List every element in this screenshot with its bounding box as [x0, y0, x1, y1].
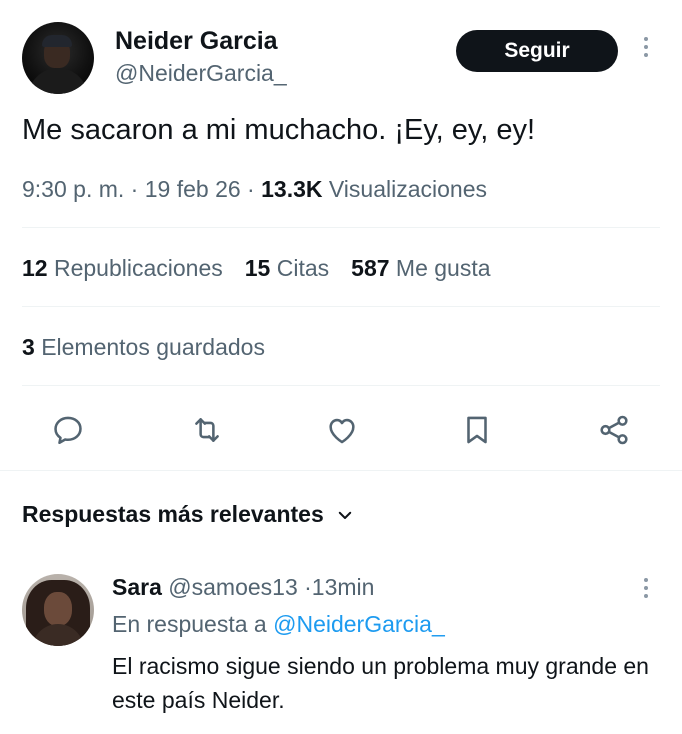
chevron-down-icon	[338, 511, 351, 519]
tweet-text: Me sacaron a mi muchacho. ¡Ey, ey, ey!	[22, 114, 536, 146]
more-options-icon[interactable]	[640, 578, 652, 604]
meta-separator: ·	[247, 176, 255, 202]
author-avatar[interactable]	[22, 22, 94, 94]
quotes-label: Citas	[276, 255, 330, 281]
author-name[interactable]: Neider Garcia	[115, 27, 278, 56]
more-options-icon[interactable]	[640, 37, 652, 63]
reply-to-handle[interactable]: @NeiderGarcia_	[273, 611, 445, 637]
avatar-face	[44, 592, 72, 626]
follow-button[interactable]: Seguir	[456, 30, 618, 72]
meta-separator: ·	[304, 574, 312, 600]
views-label: Visualizaciones	[328, 176, 487, 202]
reply-author-name[interactable]: Sara	[112, 574, 162, 600]
repost-icon[interactable]	[185, 405, 229, 455]
bookmarks-count: 3	[22, 334, 35, 360]
likes-count: 587	[351, 255, 390, 281]
reply-context: En respuesta a @NeiderGarcia_	[112, 611, 445, 638]
action-bar	[0, 405, 682, 455]
divider	[0, 470, 682, 471]
reply-text: El racismo sigue siendo un problema muy …	[112, 653, 649, 713]
reply-icon[interactable]	[46, 405, 90, 455]
tweet-date[interactable]: 19 feb 26	[145, 176, 241, 202]
divider	[22, 306, 660, 307]
likes-stat[interactable]: 587 Me gusta	[351, 255, 490, 281]
reply-time[interactable]: 13min	[312, 574, 375, 600]
like-icon[interactable]	[320, 405, 364, 455]
quotes-stat[interactable]: 15 Citas	[245, 255, 329, 281]
tweet-meta: 9:30 p. m. · 19 feb 26 · 13.3K Visualiza…	[22, 176, 487, 203]
reposts-stat[interactable]: 12 Republicaciones	[22, 255, 223, 281]
engagement-stats: 12 Republicaciones 15 Citas 587 Me gusta	[22, 255, 491, 282]
bookmark-icon[interactable]	[455, 405, 499, 455]
reposts-label: Republicaciones	[53, 255, 223, 281]
divider	[22, 227, 660, 228]
reposts-count: 12	[22, 255, 48, 281]
share-icon[interactable]	[592, 405, 636, 455]
replies-sort-label: Respuestas más relevantes	[22, 501, 324, 527]
author-handle[interactable]: @NeiderGarcia_	[115, 60, 287, 87]
views-count: 13.3K	[261, 176, 323, 202]
reply-author-avatar[interactable]	[22, 574, 94, 646]
quotes-count: 15	[244, 255, 271, 281]
reply-to-label: En respuesta a	[112, 611, 267, 637]
tweet-time[interactable]: 9:30 p. m.	[22, 176, 124, 202]
divider	[22, 385, 660, 386]
meta-separator: ·	[130, 176, 139, 202]
likes-label: Me gusta	[395, 255, 491, 281]
reply-author-handle[interactable]: @samoes13	[168, 574, 297, 600]
reply-header: Sara @samoes13 ·13min	[112, 574, 374, 601]
bookmarks-stat[interactable]: 3 Elementos guardados	[22, 334, 265, 361]
avatar-cap	[42, 35, 72, 47]
avatar-shoulders	[28, 68, 88, 94]
bookmarks-label: Elementos guardados	[41, 334, 265, 360]
replies-sort-toggle[interactable]: Respuestas más relevantes	[22, 501, 354, 528]
